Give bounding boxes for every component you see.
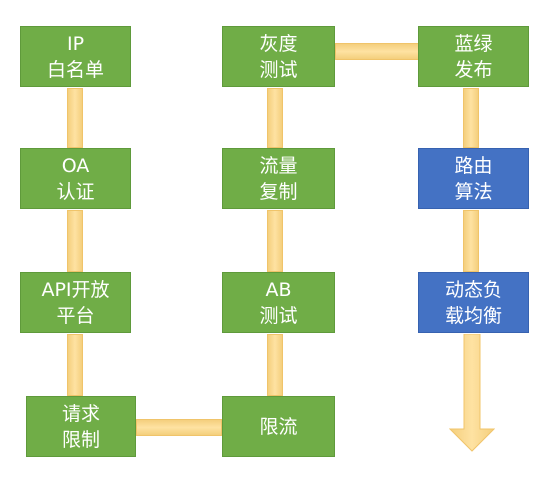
dynamic-load-balance-box: 动态负 载均衡 [418,272,529,333]
connector-oa-api [67,210,83,272]
traffic-copy-line1: 流量 [259,154,298,177]
ip-whitelist-line1: IP [66,32,85,55]
connector-api-request [67,334,83,396]
connector-ip-oa [67,88,83,148]
rate-limit-label: 限流 [259,415,298,438]
traffic-copy-box: 流量 复制 [222,148,335,209]
connector-routing-lb [463,210,479,272]
gray-test-line1: 灰度 [259,32,298,55]
blue-green-box: 蓝绿 发布 [418,26,529,87]
connector-gray-bluegreen [335,43,419,60]
api-platform-line1: API开放 [41,278,110,301]
routing-algorithm-line2: 算法 [454,180,493,203]
connector-ab-traffic [267,210,283,272]
dynamic-load-balance-line1: 动态负 [444,278,502,301]
gray-test-box: 灰度 测试 [222,26,335,87]
ip-whitelist-line2: 白名单 [46,58,104,81]
oa-auth-box: OA 认证 [20,148,131,209]
request-limit-line2: 限制 [61,428,100,451]
routing-algorithm-box: 路由 算法 [418,148,529,209]
ab-test-line1: AB [265,278,292,301]
ab-test-box: AB 测试 [222,272,335,333]
ip-whitelist-box: IP 白名单 [20,26,131,87]
connector-ratelimit-ab [267,334,283,396]
request-limit-line1: 请求 [61,402,100,425]
dynamic-load-balance-line2: 载均衡 [444,304,502,327]
oa-auth-line1: OA [61,154,90,177]
api-platform-box: API开放 平台 [20,272,131,333]
gray-test-line2: 测试 [259,58,298,81]
connector-bluegreen-routing [463,88,479,148]
request-limit-box: 请求 限制 [26,396,136,457]
down-arrow-icon [449,334,495,452]
blue-green-line1: 蓝绿 [454,32,493,55]
oa-auth-line2: 认证 [56,180,95,203]
blue-green-line2: 发布 [454,58,493,81]
routing-algorithm-line1: 路由 [454,154,493,177]
flow-diagram: IP 白名单 OA 认证 API开放 平台 请求 限制 灰度 测试 流量 复制 … [0,0,553,488]
traffic-copy-line2: 复制 [259,180,298,203]
ab-test-line2: 测试 [259,304,298,327]
connector-request-ratelimit [136,419,222,436]
api-platform-line2: 平台 [56,304,95,327]
connector-traffic-gray [267,88,283,148]
rate-limit-box: 限流 [222,396,335,457]
